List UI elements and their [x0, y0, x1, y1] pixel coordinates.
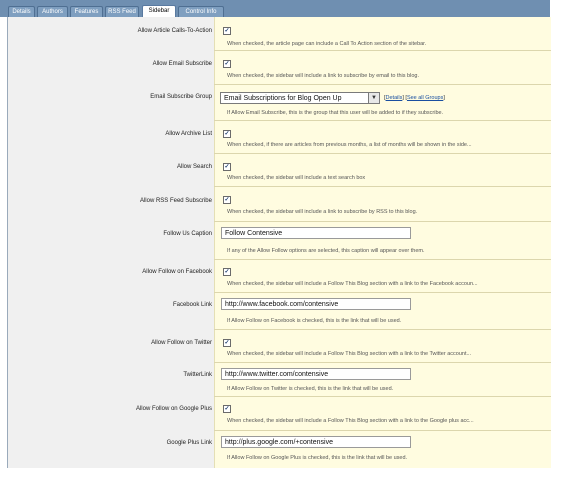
help-text: If any of the Allow Follow options are s…	[227, 248, 425, 254]
allow-rss-subscribe-checkbox[interactable]: ✓	[223, 196, 231, 204]
field-value-cell: ✓ When checked, the sidebar will include…	[214, 154, 551, 187]
bracket: ]	[443, 95, 445, 101]
field-label: Allow Article Calls-To-Action	[137, 28, 212, 34]
help-text: If Allow Email Subscribe, this is the gr…	[227, 110, 444, 116]
row-follow-caption: Follow Us Caption Follow Contensive If a…	[8, 222, 551, 260]
row-calls-to-action: Allow Article Calls-To-Action ✓ When che…	[8, 17, 551, 51]
field-value-cell: Follow Contensive If any of the Allow Fo…	[214, 222, 551, 260]
help-text: If Allow Follow on Facebook is checked, …	[227, 318, 402, 324]
help-text: When checked, the sidebar will include a…	[227, 209, 418, 215]
help-text: If Allow Follow on Twitter is checked, t…	[227, 386, 394, 392]
tab-authors[interactable]: Authors	[37, 6, 68, 17]
field-label: Google Plus Link	[166, 440, 212, 446]
field-label: Follow Us Caption	[163, 231, 212, 237]
help-text: When checked, the article page can inclu…	[227, 41, 427, 47]
allow-archive-list-checkbox[interactable]: ✓	[223, 130, 231, 138]
tab-details[interactable]: Details	[8, 6, 35, 17]
field-value-cell: http://www.twitter.com/contensive If All…	[214, 363, 551, 397]
follow-caption-input[interactable]: Follow Contensive	[221, 227, 411, 239]
tab-bar: Details Authors Features RSS Feed Sideba…	[0, 0, 550, 18]
field-label: Allow Follow on Facebook	[142, 269, 212, 275]
allow-follow-facebook-checkbox[interactable]: ✓	[223, 268, 231, 276]
allow-search-checkbox[interactable]: ✓	[223, 163, 231, 171]
see-all-groups-link[interactable]: See all Groups	[407, 95, 443, 101]
row-email-subscribe-group: Email Subscribe Group Email Subscription…	[8, 85, 551, 121]
field-label: Email Subscribe Group	[150, 94, 212, 100]
help-text: If Allow Follow on Google Plus is checke…	[227, 455, 408, 461]
field-label: Allow Search	[176, 164, 212, 170]
email-subscribe-group-select[interactable]: Email Subscriptions for Blog Open Up ▼	[220, 92, 380, 104]
help-text: When checked, the sidebar will include a…	[227, 418, 474, 424]
field-value-cell: ✓ When checked, the article page can inc…	[214, 17, 551, 51]
field-label: Allow Follow on Google Plus	[135, 406, 212, 412]
field-label: TwitterLink	[183, 372, 212, 378]
row-rss-subscribe: Allow RSS Feed Subscribe ✓ When checked,…	[8, 187, 551, 222]
tab-rss-feed[interactable]: RSS Feed	[105, 6, 139, 17]
field-label: Allow Archive List	[165, 131, 212, 137]
help-text: When checked, the sidebar will include a…	[227, 73, 419, 79]
field-value-cell: ✓ When checked, the sidebar will include…	[214, 330, 551, 363]
allow-email-subscribe-checkbox[interactable]: ✓	[223, 60, 231, 68]
field-label: Allow Email Subscribe	[152, 61, 212, 67]
chevron-down-icon[interactable]: ▼	[368, 93, 379, 103]
tab-control-info[interactable]: Control Info	[178, 6, 224, 17]
help-text: When checked, the sidebar will include a…	[227, 175, 366, 181]
twitter-link-input[interactable]: http://www.twitter.com/contensive	[221, 368, 411, 380]
row-email-subscribe: Allow Email Subscribe ✓ When checked, th…	[8, 51, 551, 85]
field-label: Allow Follow on Twitter	[151, 340, 212, 346]
select-value: Email Subscriptions for Blog Open Up	[224, 95, 342, 102]
allow-calls-to-action-checkbox[interactable]: ✓	[223, 27, 231, 35]
field-value-cell: Email Subscriptions for Blog Open Up ▼ […	[214, 85, 551, 121]
group-links: [Details] [See all Groups]	[384, 95, 445, 101]
facebook-link-input[interactable]: http://www.facebook.com/contensive	[221, 298, 411, 310]
allow-follow-twitter-checkbox[interactable]: ✓	[223, 339, 231, 347]
field-value-cell: ✓ When checked, the sidebar will include…	[214, 51, 551, 85]
row-twitter-link: TwitterLink http://www.twitter.com/conte…	[8, 363, 551, 397]
details-link[interactable]: Details	[386, 95, 403, 101]
row-search: Allow Search ✓ When checked, the sidebar…	[8, 154, 551, 187]
row-archive-list: Allow Archive List ✓ When checked, if th…	[8, 121, 551, 154]
google-plus-link-input[interactable]: http://plus.google.com/+contensive	[221, 436, 411, 448]
row-follow-google: Allow Follow on Google Plus ✓ When check…	[8, 397, 551, 431]
field-value-cell: http://www.facebook.com/contensive If Al…	[214, 293, 551, 330]
help-text: When checked, the sidebar will include a…	[227, 351, 472, 357]
sidebar-settings-form: Allow Article Calls-To-Action ✓ When che…	[7, 17, 551, 468]
field-value-cell: ✓ When checked, the sidebar will include…	[214, 260, 551, 293]
row-google-link: Google Plus Link http://plus.google.com/…	[8, 431, 551, 468]
row-follow-facebook: Allow Follow on Facebook ✓ When checked,…	[8, 260, 551, 293]
field-label: Facebook Link	[172, 302, 212, 308]
field-value-cell: ✓ When checked, if there are articles fr…	[214, 121, 551, 154]
allow-follow-google-checkbox[interactable]: ✓	[223, 405, 231, 413]
field-value-cell: ✓ When checked, the sidebar will include…	[214, 187, 551, 222]
help-text: When checked, if there are articles from…	[227, 142, 472, 148]
field-value-cell: http://plus.google.com/+contensive If Al…	[214, 431, 551, 468]
field-value-cell: ✓ When checked, the sidebar will include…	[214, 397, 551, 431]
field-label: Allow RSS Feed Subscribe	[139, 198, 212, 204]
row-follow-twitter: Allow Follow on Twitter ✓ When checked, …	[8, 330, 551, 363]
row-facebook-link: Facebook Link http://www.facebook.com/co…	[8, 293, 551, 330]
tab-features[interactable]: Features	[70, 6, 103, 17]
help-text: When checked, the sidebar will include a…	[227, 281, 478, 287]
